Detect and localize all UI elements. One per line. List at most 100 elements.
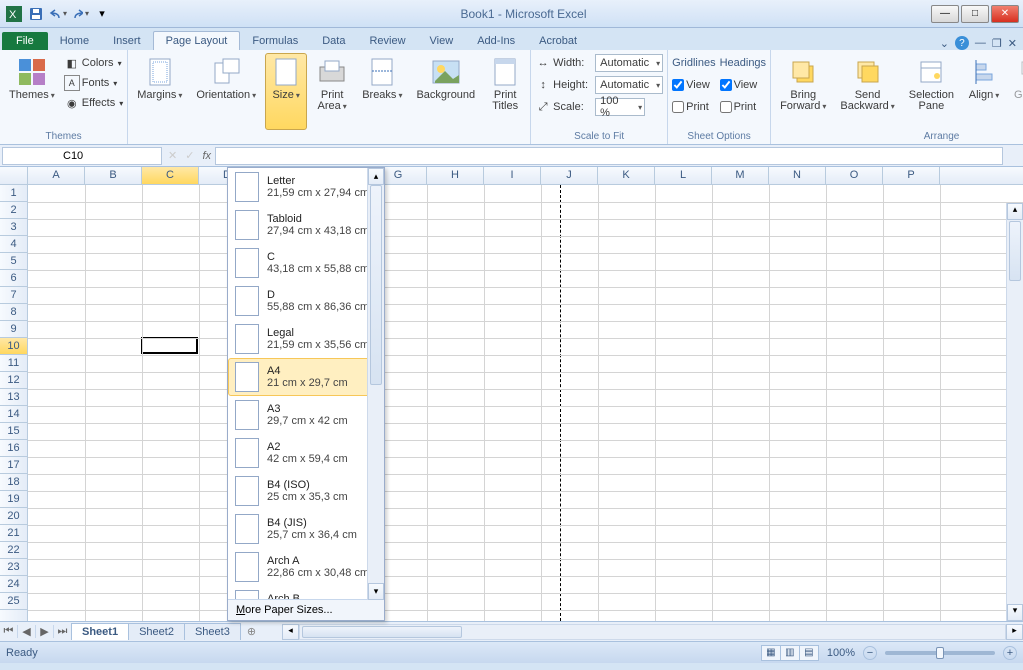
tab-home[interactable]: Home (48, 32, 101, 50)
fonts-button[interactable]: AFonts▾ (64, 73, 123, 93)
size-option-a2[interactable]: A242 cm x 59,4 cm (228, 434, 384, 472)
column-header[interactable]: K (598, 167, 655, 184)
tab-add-ins[interactable]: Add-Ins (465, 32, 527, 50)
formula-input[interactable] (215, 147, 1003, 165)
row-header[interactable]: 14 (0, 406, 27, 423)
sheet-nav-arrows[interactable]: ⏮◀▶⏭ (0, 625, 72, 638)
close-button[interactable]: ✕ (991, 5, 1019, 23)
row-header[interactable]: 5 (0, 253, 27, 270)
size-option-c[interactable]: C43,18 cm x 55,88 cm (228, 244, 384, 282)
row-header[interactable]: 7 (0, 287, 27, 304)
print-area-button[interactable]: Print Area (311, 53, 353, 130)
selection-pane-button[interactable]: Selection Pane (904, 53, 959, 130)
redo-button[interactable] (70, 4, 90, 24)
row-header[interactable]: 10 (0, 338, 27, 355)
enter-formula-icon[interactable]: ✓ (181, 149, 198, 162)
doc-minimize-icon[interactable]: — (975, 37, 986, 49)
zoom-value[interactable]: 100% (827, 647, 855, 659)
zoom-slider[interactable] (885, 651, 995, 655)
excel-icon[interactable]: X (4, 4, 24, 24)
save-icon[interactable] (26, 4, 46, 24)
active-cell[interactable] (141, 337, 198, 354)
row-header[interactable]: 25 (0, 593, 27, 610)
row-header[interactable]: 24 (0, 576, 27, 593)
print-titles-button[interactable]: Print Titles (484, 53, 526, 130)
horizontal-scrollbar[interactable]: ◂ ▸ (282, 624, 1023, 640)
column-header[interactable]: M (712, 167, 769, 184)
scale-spinner[interactable]: 100 % (595, 98, 645, 116)
column-header[interactable]: A (28, 167, 85, 184)
doc-close-icon[interactable]: ✕ (1008, 37, 1017, 50)
themes-button[interactable]: Themes (4, 53, 60, 130)
column-header[interactable]: J (541, 167, 598, 184)
column-header[interactable]: O (826, 167, 883, 184)
qat-customize[interactable]: ▾ (92, 4, 112, 24)
height-combo[interactable]: Automatic (595, 76, 663, 94)
breaks-button[interactable]: Breaks (357, 53, 407, 130)
row-header[interactable]: 23 (0, 559, 27, 576)
vertical-scrollbar[interactable]: ▴ ▾ (1006, 203, 1023, 621)
row-header[interactable]: 3 (0, 219, 27, 236)
ribbon-minimize-icon[interactable]: ⌄ (940, 37, 949, 50)
column-header[interactable]: L (655, 167, 712, 184)
new-sheet-button[interactable]: ⊕ (241, 625, 262, 638)
page-break-view-icon[interactable]: ▤ (799, 645, 819, 661)
size-button[interactable]: Size (265, 53, 307, 130)
bring-forward-button[interactable]: Bring Forward (775, 53, 831, 130)
size-option-a4[interactable]: A421 cm x 29,7 cm (228, 358, 384, 396)
sheet-tab-sheet3[interactable]: Sheet3 (184, 623, 241, 640)
column-header[interactable]: P (883, 167, 940, 184)
row-header[interactable]: 8 (0, 304, 27, 321)
tab-review[interactable]: Review (357, 32, 417, 50)
tab-data[interactable]: Data (310, 32, 357, 50)
size-option-b4-jis-[interactable]: B4 (JIS)25,7 cm x 36,4 cm (228, 510, 384, 548)
row-header[interactable]: 16 (0, 440, 27, 457)
gridlines-print-checkbox[interactable] (672, 101, 684, 113)
tab-insert[interactable]: Insert (101, 32, 153, 50)
cells-area[interactable] (28, 185, 1023, 621)
margins-button[interactable]: Margins (132, 53, 187, 130)
size-option-tabloid[interactable]: Tabloid27,94 cm x 43,18 cm (228, 206, 384, 244)
tab-file[interactable]: File (2, 32, 48, 50)
normal-view-icon[interactable]: ▦ (761, 645, 781, 661)
column-header[interactable]: H (427, 167, 484, 184)
tab-acrobat[interactable]: Acrobat (527, 32, 589, 50)
size-menu-scrollbar[interactable]: ▴ ▾ (367, 168, 384, 600)
minimize-button[interactable]: — (931, 5, 959, 23)
help-icon[interactable]: ? (955, 36, 969, 50)
zoom-out-button[interactable]: − (863, 646, 877, 660)
row-header[interactable]: 18 (0, 474, 27, 491)
row-header[interactable]: 12 (0, 372, 27, 389)
row-header[interactable]: 19 (0, 491, 27, 508)
maximize-button[interactable]: □ (961, 5, 989, 23)
row-header[interactable]: 21 (0, 525, 27, 542)
size-option-b4-iso-[interactable]: B4 (ISO)25 cm x 35,3 cm (228, 472, 384, 510)
row-header[interactable]: 20 (0, 508, 27, 525)
orientation-button[interactable]: Orientation (191, 53, 261, 130)
effects-button[interactable]: ◉Effects▾ (64, 93, 123, 113)
undo-button[interactable] (48, 4, 68, 24)
size-option-d[interactable]: D55,88 cm x 86,36 cm (228, 282, 384, 320)
tab-formulas[interactable]: Formulas (240, 32, 310, 50)
row-header[interactable]: 2 (0, 202, 27, 219)
cancel-formula-icon[interactable]: ✕ (164, 149, 181, 162)
fx-icon[interactable]: fx (202, 150, 211, 162)
more-paper-sizes[interactable]: More Paper Sizes... (228, 599, 384, 620)
column-header[interactable]: I (484, 167, 541, 184)
row-header[interactable]: 17 (0, 457, 27, 474)
size-option-legal[interactable]: Legal21,59 cm x 35,56 cm (228, 320, 384, 358)
headings-view-checkbox[interactable] (720, 79, 732, 91)
row-header[interactable]: 22 (0, 542, 27, 559)
column-header[interactable]: B (85, 167, 142, 184)
send-backward-button[interactable]: Send Backward (835, 53, 899, 130)
tab-page-layout[interactable]: Page Layout (153, 31, 241, 50)
size-option-arch-a[interactable]: Arch A22,86 cm x 30,48 cm (228, 548, 384, 586)
row-header[interactable]: 1 (0, 185, 27, 202)
column-header[interactable]: C (142, 167, 199, 184)
tab-view[interactable]: View (418, 32, 466, 50)
view-buttons[interactable]: ▦▥▤ (762, 645, 819, 661)
row-header[interactable]: 9 (0, 321, 27, 338)
row-header[interactable]: 4 (0, 236, 27, 253)
row-header[interactable]: 11 (0, 355, 27, 372)
size-option-arch-b[interactable]: Arch B30,48 cm x 45,72 cm (228, 586, 384, 599)
